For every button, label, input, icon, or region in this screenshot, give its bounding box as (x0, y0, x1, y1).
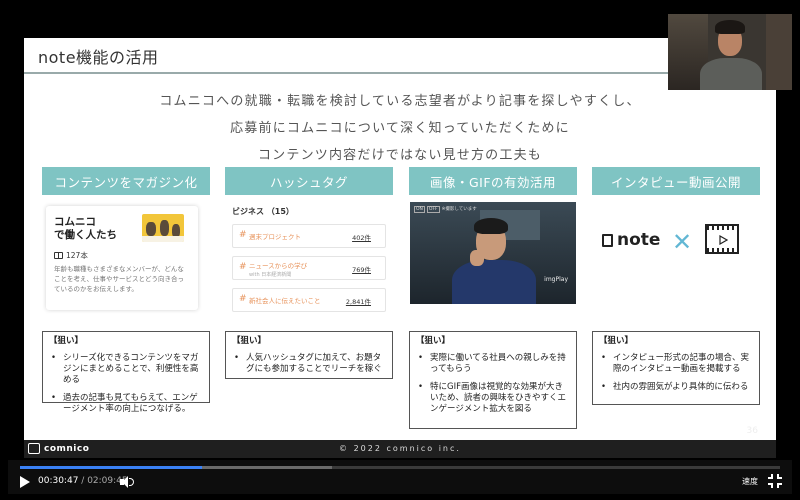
hashtag-name: 週末プロジェクト (249, 233, 301, 241)
magazine-title-line-2: で働く人たち (54, 229, 117, 241)
play-icon (719, 235, 728, 245)
intro-line-3: コンテンツ内容だけではない見せ方の工夫も (257, 148, 542, 163)
column-heading-interview: インタピュー動画公開 (592, 167, 760, 195)
slide-title: note機能の活用 (38, 48, 159, 67)
aim-label: 【狙い】 (416, 336, 451, 346)
magazine-title: コムニコ で働く人たち (54, 216, 134, 242)
aim-box-gif: 【狙い】 実際に働いてる社員への親しみを持ってもらう 特にGIF画像は視覚的な効… (409, 331, 577, 429)
column-heading-magazine: コンテンツをマガジン化 (42, 167, 210, 195)
hash-icon: # (239, 294, 247, 304)
intro-line-1: コムニコへの就職・転職を検討している志望者がより記事を探しやすくし、 (159, 94, 641, 109)
aim-box-hashtag: 【狙い】 人気ハッシュタグに加えて、お題タグにも参加することでリーチを稼ぐ (225, 331, 393, 379)
book-icon (54, 252, 63, 259)
volume-button[interactable] (118, 474, 134, 490)
fullscreen-icon[interactable] (768, 474, 782, 488)
play-button[interactable] (16, 474, 32, 490)
hashtag-row: # ニュースからの学び with 日本経済新聞 769件 (232, 256, 386, 280)
hashtag-category-heading: ビジネス （15） (232, 207, 294, 216)
slide-page-number: 36 (746, 426, 758, 436)
aim-label: 【狙い】 (49, 336, 84, 346)
presentation-slide: note機能の活用 コムニコへの就職・転職を検討している志望者がより記事を探しや… (24, 38, 776, 458)
seek-bar[interactable] (20, 466, 780, 469)
title-divider (24, 72, 776, 74)
magazine-count-text: 127本 (66, 251, 88, 260)
presenter-webcam (668, 14, 792, 90)
hashtag-count: 769件 (352, 266, 371, 274)
hashtag-row: # 新社会人に伝えたいこと 2,841件 (232, 288, 386, 312)
cross-icon: ✕ (672, 228, 693, 256)
aim-box-magazine: 【狙い】 シリーズ化できるコンテンツをマガジンにまとめることで、利便性を高める … (42, 331, 210, 414)
hash-icon: # (239, 230, 247, 240)
video-film-icon (705, 224, 739, 254)
aim-item: シリーズ化できるコンテンツをマガジンにまとめることで、利便性を高める (49, 353, 203, 386)
time-separator: / (78, 476, 88, 486)
gif-image: ON OFF ※撮影しています imgPlay (410, 202, 576, 304)
slide-intro: コムニコへの就職・転職を検討している志望者がより記事を探しやすくし、 応募前にコ… (24, 88, 776, 169)
aim-item: 特にGIF画像は視覚的な効果が大きいため、読者の興味をひきやすくエンゲージメント… (416, 382, 570, 415)
aim-item: 過去の記事も見てもらえて、エンゲージメント率の向上につなげる。 (49, 393, 203, 415)
progress-fill (20, 466, 203, 469)
aim-item: 実際に働いてる社員への親しみを持ってもらう (416, 353, 570, 375)
hashtag-count: 402件 (352, 234, 371, 242)
video-stage: note機能の活用 コムニコへの就職・転職を検討している志望者がより記事を探しや… (0, 0, 800, 500)
video-player-controls: 00:30:47 / 02:09:45 速度 (8, 460, 792, 494)
playback-speed-button[interactable]: 速度 (742, 476, 758, 487)
hashtag-name: ニュースからの学び (249, 262, 308, 270)
magazine-thumbnail-image (142, 214, 184, 242)
gif-ui-text: ※撮影しています (441, 207, 477, 212)
hashtag-count: 2,841件 (345, 298, 371, 306)
current-time: 00:30:47 (38, 476, 79, 486)
hashtag-card: ビジネス （15） # 週末プロジェクト 402件 # ニュースからの学び wi… (228, 202, 388, 332)
gif-overlay-ui: ON OFF ※撮影しています (414, 206, 477, 213)
column-heading-gif: 画像・GIFの有効活用 (409, 167, 577, 195)
aim-label: 【狙い】 (232, 336, 267, 346)
slide-footer: comnico © 2022 comnico inc. 36 (24, 426, 776, 458)
intro-line-2: 応募前にコムニコについて深く知っていただくために (230, 121, 570, 136)
gif-ui-label: ON (414, 206, 425, 213)
hash-icon: # (239, 262, 247, 272)
note-logo: note (602, 230, 660, 250)
aim-item: 社内の雰囲気がより具体的に伝わる (599, 382, 753, 393)
magazine-description: 年齢も職種もさまざまなメンバーが、どんなことを考え、仕事やサービスとどう向き合っ… (54, 265, 184, 293)
note-logo-text: note (617, 230, 661, 250)
hashtag-row: # 週末プロジェクト 402件 (232, 224, 386, 248)
aim-item: インタピュー形式の記事の場合、実際のインタピュー動画を掲載する (599, 353, 753, 375)
aim-label: 【狙い】 (599, 336, 634, 346)
note-logo-icon (602, 233, 613, 247)
aim-box-interview: 【狙い】 インタピュー形式の記事の場合、実際のインタピュー動画を掲載する 社内の… (592, 331, 760, 405)
aim-item: 人気ハッシュタグに加えて、お題タグにも参加することでリーチを稼ぐ (232, 353, 386, 375)
magazine-article-count: 127本 (54, 250, 88, 261)
magazine-title-line-1: コムニコ (54, 216, 96, 228)
gif-watermark: imgPlay (544, 276, 568, 283)
time-display: 00:30:47 / 02:09:45 (38, 476, 128, 486)
gif-ui-label: OFF (426, 206, 440, 213)
copyright-text: © 2022 comnico inc. (339, 444, 461, 453)
hashtag-subtitle: with 日本経済新聞 (249, 272, 292, 278)
magazine-card: コムニコ で働く人たち 127本 年齢も職種もさまざまなメンバーが、どんなことを… (46, 206, 198, 310)
column-heading-hashtag: ハッシュタグ (225, 167, 393, 195)
hashtag-name: 新社会人に伝えたいこと (249, 297, 321, 305)
